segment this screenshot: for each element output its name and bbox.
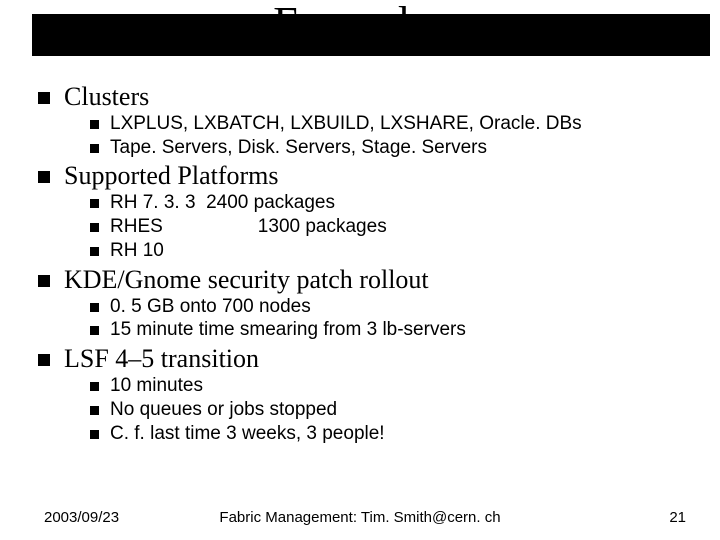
square-bullet-icon: [90, 144, 99, 153]
footer-page-number: 21: [669, 509, 686, 526]
title-bar: Examples: [0, 0, 720, 68]
section-heading: Supported Platforms: [38, 161, 690, 191]
item-text: RHES 1300 packages: [110, 216, 387, 239]
square-bullet-icon: [90, 120, 99, 129]
section-heading: KDE/Gnome security patch rollout: [38, 265, 690, 295]
item-text: 15 minute time smearing from 3 lb-server…: [110, 319, 466, 342]
square-bullet-icon: [38, 354, 50, 366]
list-item: C. f. last time 3 weeks, 3 people!: [90, 423, 690, 446]
square-bullet-icon: [90, 430, 99, 439]
list-item: LXPLUS, LXBATCH, LXBUILD, LXSHARE, Oracl…: [90, 113, 690, 136]
square-bullet-icon: [90, 406, 99, 415]
item-text: RH 10: [110, 240, 164, 263]
heading-text: Clusters: [64, 82, 149, 112]
list-item: RH 7. 3. 3 2400 packages: [90, 192, 690, 215]
item-text: Tape. Servers, Disk. Servers, Stage. Ser…: [110, 137, 487, 160]
heading-text: Supported Platforms: [64, 161, 279, 191]
square-bullet-icon: [90, 382, 99, 391]
list-item: Tape. Servers, Disk. Servers, Stage. Ser…: [90, 137, 690, 160]
heading-text: LSF 4–5 transition: [64, 344, 259, 374]
footer-center: Fabric Management: Tim. Smith@cern. ch: [0, 509, 720, 526]
list-item: No queues or jobs stopped: [90, 399, 690, 422]
square-bullet-icon: [38, 92, 50, 104]
item-text: LXPLUS, LXBATCH, LXBUILD, LXSHARE, Oracl…: [110, 113, 582, 136]
footer: 2003/09/23 Fabric Management: Tim. Smith…: [0, 506, 720, 526]
item-text: RH 7. 3. 3 2400 packages: [110, 192, 335, 215]
square-bullet-icon: [90, 199, 99, 208]
list-item: 10 minutes: [90, 375, 690, 398]
square-bullet-icon: [38, 171, 50, 183]
item-text: 10 minutes: [110, 375, 203, 398]
section-heading: LSF 4–5 transition: [38, 344, 690, 374]
item-text: No queues or jobs stopped: [110, 399, 337, 422]
square-bullet-icon: [90, 223, 99, 232]
square-bullet-icon: [90, 326, 99, 335]
section-heading: Clusters: [38, 82, 690, 112]
item-text: 0. 5 GB onto 700 nodes: [110, 296, 311, 319]
content-area: Clusters LXPLUS, LXBATCH, LXBUILD, LXSHA…: [38, 80, 690, 446]
slide: Examples Clusters LXPLUS, LXBATCH, LXBUI…: [0, 0, 720, 540]
list-item: 15 minute time smearing from 3 lb-server…: [90, 319, 690, 342]
square-bullet-icon: [90, 247, 99, 256]
heading-text: KDE/Gnome security patch rollout: [64, 265, 429, 295]
item-text: C. f. last time 3 weeks, 3 people!: [110, 423, 385, 446]
list-item: RH 10: [90, 240, 690, 263]
slide-title: Examples: [0, 0, 720, 46]
list-item: RHES 1300 packages: [90, 216, 690, 239]
list-item: 0. 5 GB onto 700 nodes: [90, 296, 690, 319]
square-bullet-icon: [38, 275, 50, 287]
square-bullet-icon: [90, 303, 99, 312]
